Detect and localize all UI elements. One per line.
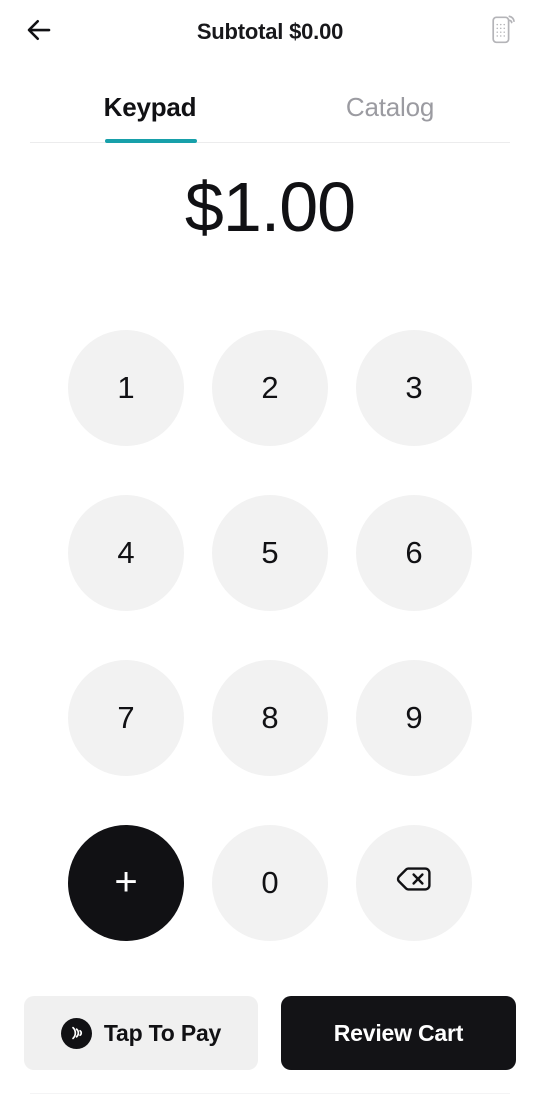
amount-display: $1.00 <box>184 168 356 246</box>
key-0[interactable]: 0 <box>212 825 328 941</box>
key-label: 4 <box>117 535 135 570</box>
page-title: Subtotal $0.00 <box>196 18 344 44</box>
key-5[interactable]: 5 <box>212 495 328 611</box>
app-header: Subtotal $0.00 <box>0 0 540 64</box>
key-label: 2 <box>261 370 279 405</box>
key-label: 9 <box>405 700 423 735</box>
arrow-left-icon <box>24 15 54 50</box>
key-4[interactable]: 4 <box>68 495 184 611</box>
tab-catalog[interactable]: Catalog <box>270 72 510 142</box>
tab-active-indicator <box>105 139 197 143</box>
plus-icon: + <box>114 859 138 904</box>
key-7[interactable]: 7 <box>68 660 184 776</box>
key-label: 8 <box>261 700 279 735</box>
review-cart-button[interactable]: Review Cart <box>281 996 516 1070</box>
tab-bar: Keypad Catalog <box>0 72 540 144</box>
key-backspace[interactable] <box>356 825 472 941</box>
key-label: 0 <box>261 865 279 900</box>
key-add[interactable]: + <box>68 825 184 941</box>
tab-keypad[interactable]: Keypad <box>30 72 270 142</box>
contactless-payment-icon <box>60 1017 92 1049</box>
key-2[interactable]: 2 <box>212 330 328 446</box>
tap-to-pay-label: Tap To Pay <box>103 1019 222 1046</box>
tab-divider <box>30 142 510 143</box>
bottom-divider <box>30 1093 510 1094</box>
numeric-keypad: 1 2 3 4 5 6 7 8 9 + 0 <box>68 330 472 941</box>
key-8[interactable]: 8 <box>212 660 328 776</box>
key-9[interactable]: 9 <box>356 660 472 776</box>
card-reader-button[interactable] <box>476 8 528 56</box>
key-label: 6 <box>405 535 423 570</box>
key-label: 3 <box>405 370 423 405</box>
key-label: 7 <box>117 700 135 735</box>
backspace-icon <box>394 863 434 903</box>
tap-to-pay-button[interactable]: Tap To Pay <box>24 996 258 1070</box>
back-button[interactable] <box>14 10 64 54</box>
card-reader-icon <box>487 14 517 51</box>
key-1[interactable]: 1 <box>68 330 184 446</box>
key-3[interactable]: 3 <box>356 330 472 446</box>
key-label: 5 <box>261 535 279 570</box>
review-cart-label: Review Cart <box>333 1019 464 1046</box>
action-bar: Tap To Pay Review Cart <box>0 996 540 1070</box>
key-label: 1 <box>117 370 135 405</box>
key-6[interactable]: 6 <box>356 495 472 611</box>
